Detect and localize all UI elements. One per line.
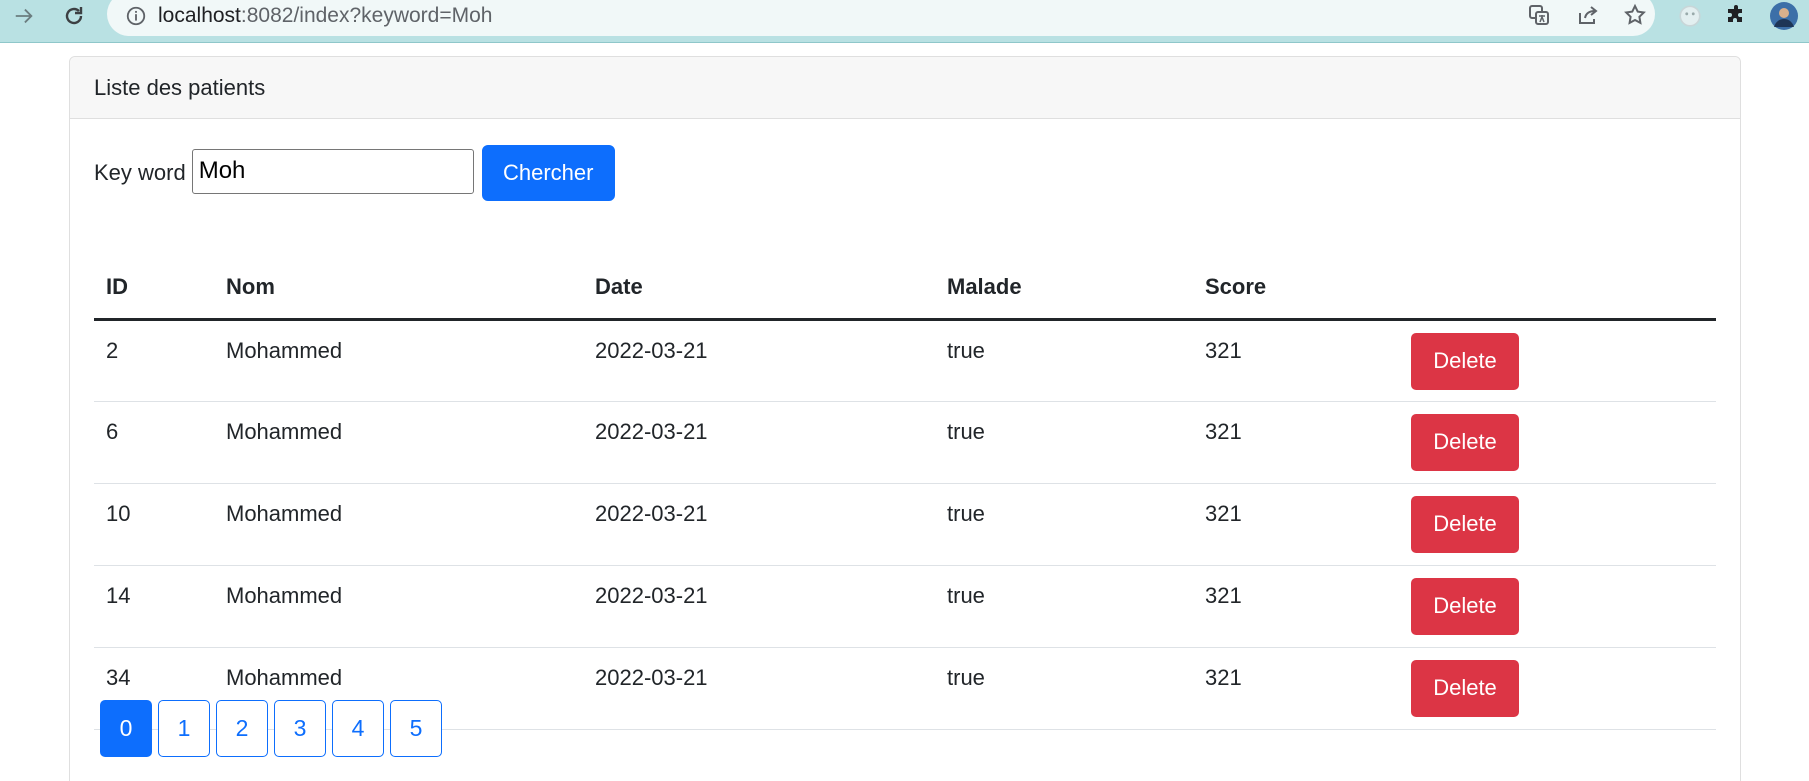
cell-score: 321 xyxy=(1193,647,1399,730)
translate-icon[interactable] xyxy=(1524,0,1554,30)
cell-score: 321 xyxy=(1193,483,1399,566)
cell-malade: true xyxy=(935,401,1193,484)
url-host: localhost xyxy=(158,4,241,27)
address-bar[interactable]: localhost:8082/index?keyword=Moh xyxy=(107,0,1655,36)
share-icon[interactable] xyxy=(1573,0,1603,30)
forward-button[interactable] xyxy=(6,0,42,32)
patients-card: Liste des patients Key word Chercher ID … xyxy=(69,56,1741,781)
table-row: 2 Mohammed 2022-03-21 true 321 Delete xyxy=(94,319,1716,402)
info-icon[interactable] xyxy=(125,5,147,27)
cell-nom: Mohammed xyxy=(214,319,583,402)
avatar[interactable] xyxy=(1766,0,1802,32)
cell-action: Delete xyxy=(1399,647,1716,730)
page-button-4[interactable]: 4 xyxy=(332,700,384,757)
cell-malade: true xyxy=(935,565,1193,648)
page-button-5[interactable]: 5 xyxy=(390,700,442,757)
cell-action: Delete xyxy=(1399,565,1716,648)
search-label: Key word xyxy=(94,160,186,185)
column-header-malade: Malade xyxy=(935,257,1193,321)
url-path: :8082/index?keyword=Moh xyxy=(240,4,493,27)
column-header-id: ID xyxy=(94,257,214,321)
arrow-right-icon xyxy=(15,8,33,24)
cell-date: 2022-03-21 xyxy=(583,319,935,402)
cell-id: 14 xyxy=(94,565,214,648)
browser-toolbar: localhost:8082/index?keyword=Moh xyxy=(0,0,1809,43)
column-header-nom: Nom xyxy=(214,257,583,321)
cell-score: 321 xyxy=(1193,401,1399,484)
cell-score: 321 xyxy=(1193,565,1399,648)
column-header-date: Date xyxy=(583,257,935,321)
reload-button[interactable] xyxy=(56,0,92,32)
pagination: 0 1 2 3 4 5 xyxy=(100,700,442,757)
search-button[interactable]: Chercher xyxy=(481,145,615,201)
cell-id: 6 xyxy=(94,401,214,484)
cell-date: 2022-03-21 xyxy=(583,565,935,648)
table-row: 6 Mohammed 2022-03-21 true 321 Delete xyxy=(94,401,1716,484)
card-header: Liste des patients xyxy=(70,57,1740,119)
cell-id: 2 xyxy=(94,319,214,402)
cell-action: Delete xyxy=(1399,319,1716,402)
delete-button[interactable]: Delete xyxy=(1411,413,1519,471)
cell-score: 321 xyxy=(1193,319,1399,402)
delete-button[interactable]: Delete xyxy=(1411,659,1519,717)
cell-action: Delete xyxy=(1399,401,1716,484)
page-button-3[interactable]: 3 xyxy=(274,700,326,757)
page-button-0[interactable]: 0 xyxy=(100,700,152,757)
patients-table: ID Nom Date Malade Score 2 Mohammed 2022… xyxy=(94,257,1716,730)
column-header-actions xyxy=(1399,257,1716,321)
star-icon[interactable] xyxy=(1620,0,1650,30)
search-form: Key word Chercher xyxy=(94,145,615,201)
table-header-row: ID Nom Date Malade Score xyxy=(94,257,1716,321)
delete-button[interactable]: Delete xyxy=(1411,332,1519,390)
cell-id: 10 xyxy=(94,483,214,566)
cell-nom: Mohammed xyxy=(214,565,583,648)
delete-button[interactable]: Delete xyxy=(1411,577,1519,635)
cell-malade: true xyxy=(935,319,1193,402)
cell-malade: true xyxy=(935,647,1193,730)
cell-action: Delete xyxy=(1399,483,1716,566)
cell-date: 2022-03-21 xyxy=(583,647,935,730)
extension-icon[interactable] xyxy=(1672,0,1708,32)
search-input[interactable] xyxy=(191,148,474,194)
column-header-score: Score xyxy=(1193,257,1399,321)
cell-date: 2022-03-21 xyxy=(583,401,935,484)
puzzle-icon[interactable] xyxy=(1718,0,1754,32)
reload-icon xyxy=(65,7,83,25)
page-button-1[interactable]: 1 xyxy=(158,700,210,757)
table-row: 14 Mohammed 2022-03-21 true 321 Delete xyxy=(94,565,1716,648)
delete-button[interactable]: Delete xyxy=(1411,495,1519,553)
cell-nom: Mohammed xyxy=(214,401,583,484)
table-row: 10 Mohammed 2022-03-21 true 321 Delete xyxy=(94,483,1716,566)
cell-nom: Mohammed xyxy=(214,483,583,566)
cell-malade: true xyxy=(935,483,1193,566)
page-button-2[interactable]: 2 xyxy=(216,700,268,757)
url-text: localhost:8082/index?keyword=Moh xyxy=(158,5,492,27)
cell-date: 2022-03-21 xyxy=(583,483,935,566)
